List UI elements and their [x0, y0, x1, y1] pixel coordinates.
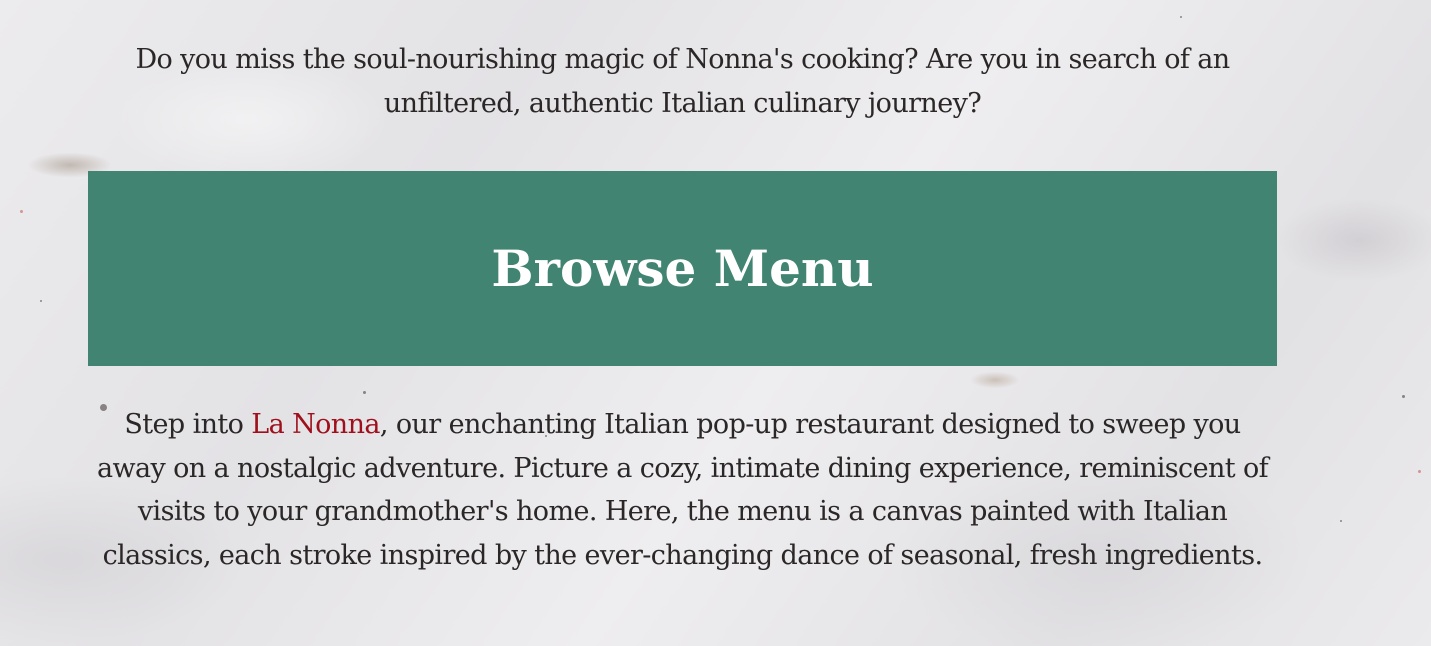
browse-menu-label: Browse Menu — [491, 239, 874, 298]
marble-speck — [1418, 470, 1421, 473]
marble-speck — [1180, 16, 1182, 18]
intro-text: Do you miss the soul-nourishing magic of… — [135, 44, 1230, 119]
marble-speck — [1340, 520, 1342, 522]
story-prefix: Step into — [124, 409, 252, 440]
marble-speck — [1402, 395, 1405, 398]
marble-speck — [40, 300, 42, 302]
la-nonna-link[interactable]: La Nonna — [251, 409, 380, 440]
browse-menu-button[interactable]: Browse Menu — [88, 171, 1277, 366]
story-paragraph: Step into La Nonna, our enchanting Itali… — [88, 403, 1277, 577]
marble-speck — [20, 210, 23, 213]
marble-speck — [363, 391, 366, 394]
